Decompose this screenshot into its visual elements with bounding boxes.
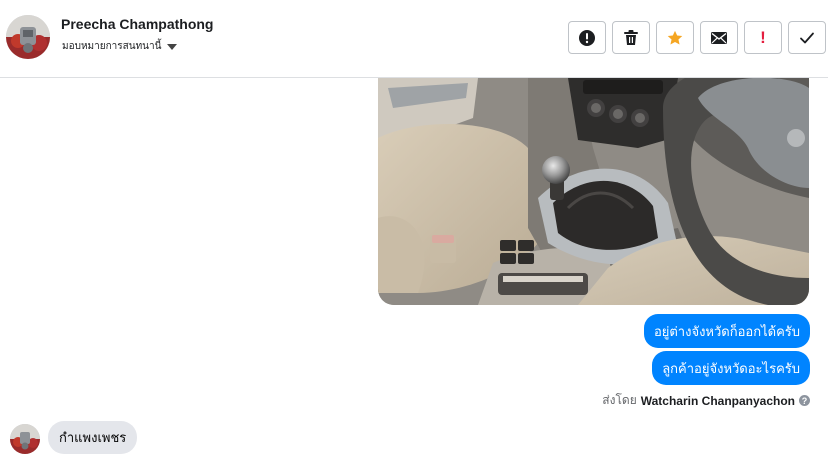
outgoing-message[interactable]: ลูกค้าอยู่จังหวัดอะไรครับ <box>652 351 810 385</box>
sent-by-label: ส่งโดย Watcharin Chanpanyachon ? <box>602 391 810 410</box>
exclamation-circle-icon <box>579 29 595 46</box>
conversation-header: Preecha Champathong มอบหมายการสนทนานี้ ! <box>0 0 828 78</box>
contact-avatar-small[interactable] <box>10 424 40 454</box>
sent-by-prefix: ส่งโดย <box>602 393 637 407</box>
envelope-icon <box>711 31 727 44</box>
assign-conversation-dropdown[interactable]: มอบหมายการสนทนานี้ <box>62 39 178 54</box>
help-icon[interactable]: ? <box>799 395 810 406</box>
assign-label: มอบหมายการสนทนานี้ <box>62 41 162 52</box>
chevron-down-icon <box>167 43 178 50</box>
star-button[interactable] <box>656 21 694 54</box>
conversation-actions: ! <box>568 21 826 54</box>
contact-name[interactable]: Preecha Champathong <box>61 16 213 32</box>
red-exclamation-icon: ! <box>760 28 766 47</box>
mark-done-button[interactable] <box>788 21 826 54</box>
car-interior-photo[interactable] <box>378 78 809 305</box>
mark-unread-button[interactable] <box>700 21 738 54</box>
star-icon <box>667 30 683 45</box>
sender-name: Watcharin Chanpanyachon <box>640 393 795 408</box>
report-button[interactable] <box>568 21 606 54</box>
incoming-message[interactable]: กำแพงเพชร <box>48 421 138 454</box>
outgoing-message[interactable]: อยู่ต่างจังหวัดก็ออกได้ครับ <box>643 314 810 348</box>
follow-up-button[interactable]: ! <box>744 21 782 54</box>
trash-icon <box>624 30 638 45</box>
delete-button[interactable] <box>612 21 650 54</box>
contact-avatar[interactable] <box>6 15 50 59</box>
check-icon <box>800 32 814 43</box>
